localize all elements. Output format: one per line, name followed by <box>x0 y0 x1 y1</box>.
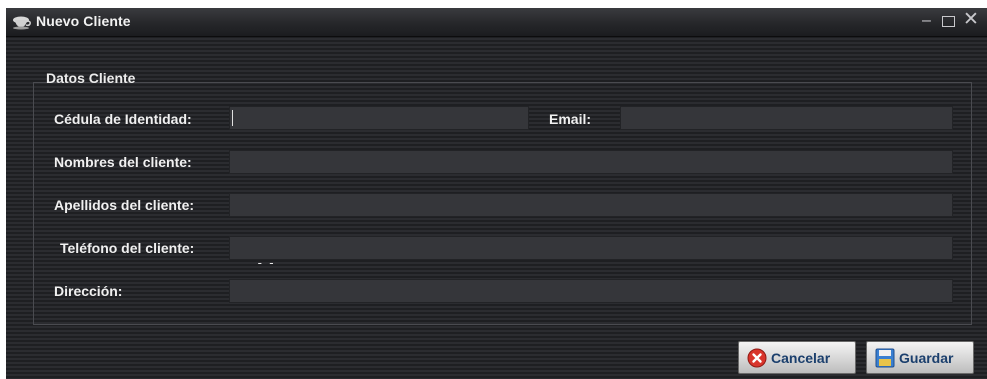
save-button[interactable]: Guardar <box>866 341 974 374</box>
telefono-label: Teléfono del cliente: <box>60 240 195 256</box>
nombres-label: Nombres del cliente: <box>54 154 192 170</box>
cancel-icon <box>747 348 767 367</box>
direccion-input[interactable] <box>229 279 953 303</box>
nombres-input[interactable] <box>229 150 953 174</box>
cancel-button-label: Cancelar <box>771 349 831 366</box>
minimize-icon[interactable]: – <box>922 12 931 30</box>
coffee-cup-icon <box>13 16 31 30</box>
group-title: Datos Cliente <box>46 70 136 86</box>
window-title: Nuevo Cliente <box>36 13 131 29</box>
email-input[interactable] <box>620 106 953 130</box>
cedula-input[interactable] <box>229 106 529 130</box>
direccion-label: Dirección: <box>54 283 123 299</box>
maximize-icon[interactable] <box>942 16 955 27</box>
text-caret <box>232 110 233 126</box>
floppy-disk-icon <box>875 348 895 367</box>
close-icon[interactable]: ✕ <box>963 10 979 29</box>
cancel-button[interactable]: Cancelar <box>738 341 856 374</box>
apellidos-input[interactable] <box>229 193 953 217</box>
apellidos-label: Apellidos del cliente: <box>54 197 195 213</box>
telefono-input[interactable]: - - <box>229 236 953 270</box>
save-button-label: Guardar <box>899 349 954 366</box>
nuevo-cliente-window: Nuevo Cliente – ✕ Datos Cliente Cédula d… <box>6 8 987 379</box>
telefono-value: - - <box>250 255 274 270</box>
cedula-label: Cédula de Identidad: <box>54 111 192 127</box>
title-bar[interactable]: Nuevo Cliente – ✕ <box>6 8 987 37</box>
email-label: Email: <box>549 111 592 127</box>
